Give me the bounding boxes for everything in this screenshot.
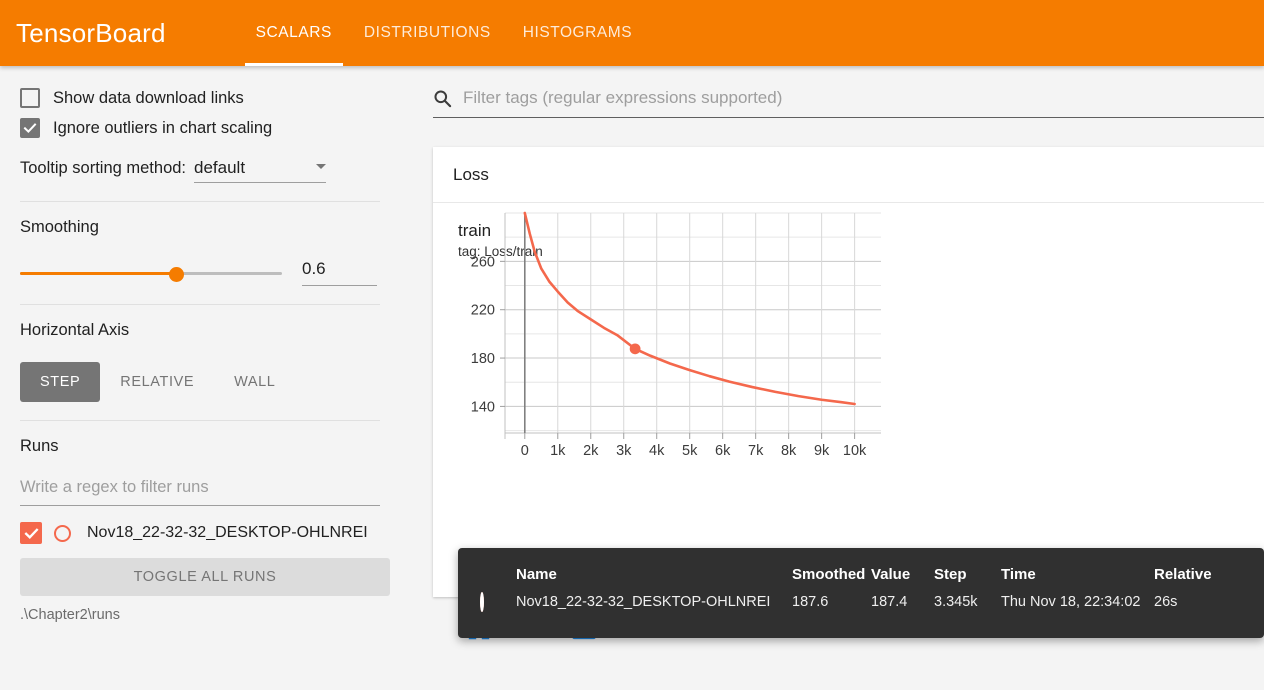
ignore-outliers-label: Ignore outliers in chart scaling	[53, 118, 273, 137]
axis-button-wall[interactable]: WALL	[214, 362, 295, 402]
horizontal-axis-title: Horizontal Axis	[20, 321, 130, 339]
top-app-bar: TensorBoard SCALARS DISTRIBUTIONS HISTOG…	[0, 0, 1264, 66]
logdir-path: .\Chapter2\runs	[20, 607, 120, 623]
tooltip-col-relative: Relative	[1154, 566, 1212, 583]
tab-distributions-label: DISTRIBUTIONS	[363, 24, 491, 41]
run-color-dot-icon	[480, 592, 484, 612]
tooltip-sorting-value: default	[194, 158, 246, 177]
axis-button-step[interactable]: STEP	[20, 362, 101, 402]
loss-card-header[interactable]: Loss	[433, 147, 1264, 203]
svg-text:4k: 4k	[649, 443, 665, 459]
smoothing-slider[interactable]	[20, 265, 282, 282]
tooltip-header-row: Name Smoothed Value Step Time Relative	[458, 548, 1264, 592]
svg-text:1k: 1k	[550, 443, 566, 459]
checkbox-ignore-outliers[interactable]: Ignore outliers in chart scaling	[20, 118, 380, 138]
tooltip-col-value: Value	[871, 566, 911, 583]
horizontal-axis-buttons: STEP RELATIVE WALL	[20, 362, 380, 402]
tooltip-row: Nov18_22-32-32_DESKTOP-OHLNREI 187.6 187…	[458, 592, 1264, 612]
checkbox-show-data-download-links[interactable]: Show data download links	[20, 88, 380, 108]
run-color-circle-icon	[54, 524, 71, 542]
runs-filter-input[interactable]: Write a regex to filter runs	[20, 478, 380, 506]
svg-text:180: 180	[471, 351, 495, 367]
tensorboard-app: TensorBoard SCALARS DISTRIBUTIONS HISTOG…	[0, 0, 1264, 690]
tab-distributions[interactable]: DISTRIBUTIONS	[348, 0, 507, 66]
smoothing-value-input[interactable]: 0.6	[302, 259, 377, 286]
tooltip-value-value: 187.4	[871, 594, 908, 610]
tooltip-col-step: Step	[934, 566, 967, 583]
svg-text:8k: 8k	[781, 443, 797, 459]
svg-text:10k: 10k	[843, 443, 867, 459]
smoothing-row: 0.6	[20, 259, 380, 286]
tooltip-smoothed-value: 187.6	[792, 594, 829, 610]
tooltip-col-name: Name	[516, 566, 557, 583]
tooltip-col-swatch	[458, 548, 516, 592]
tag-filter-input[interactable]: Filter tags (regular expressions support…	[433, 88, 1264, 118]
chart-tooltip: Name Smoothed Value Step Time Relative N…	[458, 548, 1264, 638]
tab-scalars[interactable]: SCALARS	[240, 0, 348, 66]
svg-text:0: 0	[521, 443, 529, 459]
tooltip-swatch-cell	[458, 592, 516, 612]
tooltip-time-value: Thu Nov 18, 22:34:02	[1001, 594, 1141, 610]
svg-text:2k: 2k	[583, 443, 599, 459]
run-checkbox-checked-icon[interactable]	[20, 522, 42, 544]
runs-filter-placeholder: Write a regex to filter runs	[20, 478, 209, 496]
unchecked-checkbox-icon	[20, 88, 40, 108]
runs-title: Runs	[20, 437, 59, 455]
tooltip-step-value: 3.345k	[934, 594, 978, 610]
app-title-suffix: Board	[95, 17, 166, 48]
nav-tabs: SCALARS DISTRIBUTIONS HISTOGRAMS	[240, 0, 649, 66]
axis-button-relative[interactable]: RELATIVE	[100, 362, 214, 402]
smoothing-title: Smoothing	[20, 218, 99, 236]
svg-text:6k: 6k	[715, 443, 731, 459]
tab-scalars-label: SCALARS	[255, 24, 332, 41]
tooltip-sorting-select[interactable]: default	[194, 158, 327, 183]
show-download-links-label: Show data download links	[53, 88, 244, 107]
tooltip-sorting-label: Tooltip sorting method:	[20, 159, 187, 177]
runs-section: Runs Write a regex to filter runs Nov18_…	[20, 421, 390, 641]
loss-card-title: Loss	[453, 164, 489, 184]
tooltip-col-time: Time	[1001, 566, 1036, 583]
app-title: TensorBoard	[16, 18, 166, 49]
slider-thumb[interactable]	[169, 266, 184, 282]
tab-histograms[interactable]: HISTOGRAMS	[507, 0, 648, 66]
search-icon	[434, 89, 452, 107]
slider-track-active	[20, 271, 177, 275]
svg-text:3k: 3k	[616, 443, 632, 459]
settings-sidebar: Show data download links Ignore outliers…	[0, 66, 400, 690]
tooltip-relative-value: 26s	[1154, 594, 1178, 610]
tooltip-col-smoothed: Smoothed	[792, 566, 866, 583]
tab-histograms-label: HISTOGRAMS	[522, 24, 633, 41]
tooltip-sorting-row: Tooltip sorting method: default	[20, 158, 380, 183]
horizontal-axis-section: Horizontal Axis STEP RELATIVE WALL	[20, 305, 380, 421]
svg-text:5k: 5k	[682, 443, 698, 459]
app-title-prefix: Tensor	[16, 17, 96, 48]
tooltip-table: Name Smoothed Value Step Time Relative N…	[458, 548, 1264, 612]
display-options-section: Show data download links Ignore outliers…	[20, 66, 380, 202]
svg-text:260: 260	[471, 254, 495, 270]
tag-filter-placeholder: Filter tags (regular expressions support…	[463, 88, 783, 107]
chevron-down-icon	[316, 163, 327, 169]
run-item[interactable]: Nov18_22-32-32_DESKTOP-OHLNREI	[20, 522, 380, 544]
svg-text:220: 220	[471, 303, 495, 319]
toggle-all-runs-button[interactable]: TOGGLE ALL RUNS	[20, 558, 390, 596]
loss-card: Loss train tag: Loss/train 140 180 220 260 0…	[433, 147, 1264, 640]
svg-text:7k: 7k	[748, 443, 764, 459]
svg-text:9k: 9k	[814, 443, 830, 459]
tooltip-name-value: Nov18_22-32-32_DESKTOP-OHLNREI	[516, 594, 771, 610]
run-name-label: Nov18_22-32-32_DESKTOP-OHLNREI	[87, 524, 368, 541]
checked-checkbox-icon	[20, 118, 40, 138]
smoothing-section: Smoothing 0.6	[20, 202, 380, 305]
loss-line-chart[interactable]: 140 180 220 260 0 1k 2k 3k 4k 5k 6k 7k 8k 9k 10k	[433, 205, 893, 465]
svg-text:140: 140	[471, 399, 495, 415]
